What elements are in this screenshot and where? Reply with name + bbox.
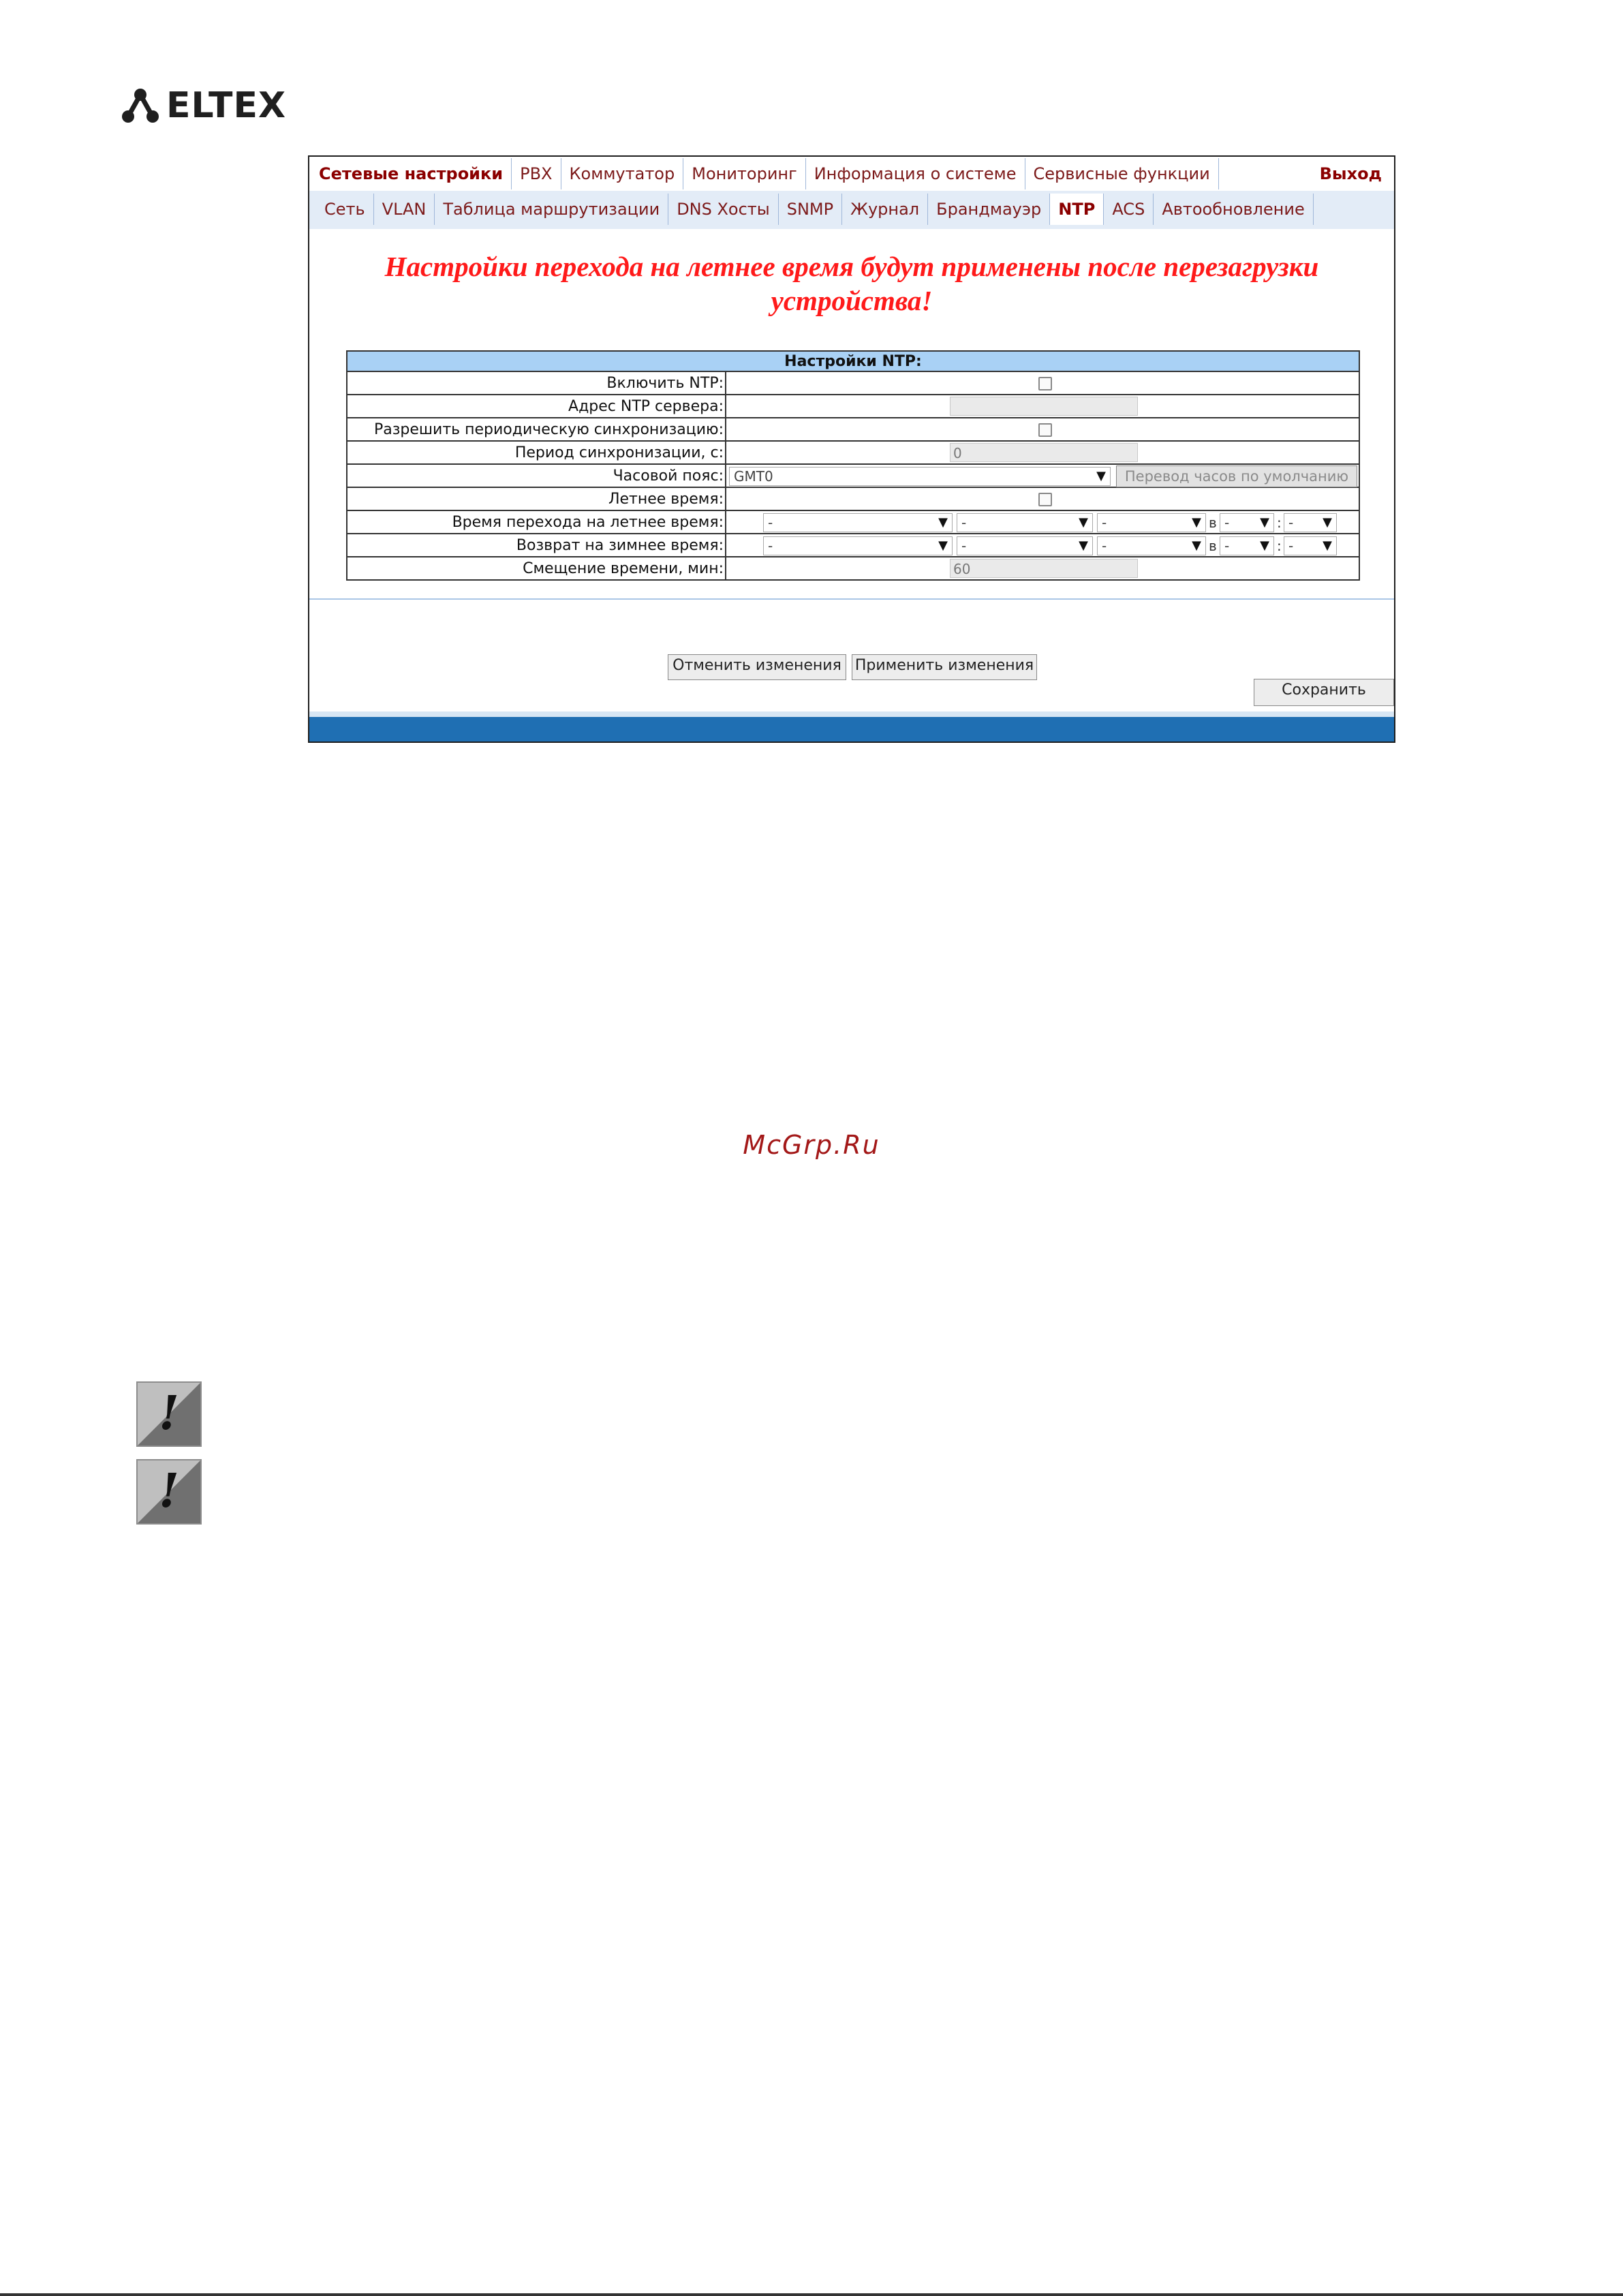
subtab-log[interactable]: Журнал [842, 194, 929, 225]
chevron-down-icon: ▼ [1096, 469, 1106, 483]
dst-end-hour-select[interactable]: - ▼ [1220, 536, 1274, 555]
dst-start-month-select[interactable]: - ▼ [763, 513, 953, 532]
chevron-down-icon: ▼ [1323, 538, 1332, 553]
time-offset-label: Смещение времени, мин: [346, 556, 726, 581]
subtab-snmp[interactable]: SNMP [779, 194, 843, 225]
chevron-down-icon: ▼ [1079, 515, 1088, 530]
enable-ntp-checkbox[interactable] [1038, 377, 1052, 391]
dst-warning-message: Настройки перехода на летнее время будут… [384, 251, 1319, 316]
tab-pbx[interactable]: PBX [512, 158, 561, 189]
tab-network-settings[interactable]: Сетевые настройки [311, 158, 512, 189]
tab-service-functions[interactable]: Сервисные функции [1025, 158, 1219, 189]
tab-system-info[interactable]: Информация о системе [806, 158, 1025, 189]
chevron-down-icon: ▼ [1323, 515, 1332, 530]
watermark: McGrp.Ru [743, 1130, 880, 1160]
chevron-down-icon: ▼ [1192, 538, 1201, 553]
dst-start-at-label: в [1209, 515, 1217, 531]
dst-end-colon: : [1277, 538, 1282, 554]
periodic-sync-label: Разрешить периодическую синхронизацию: [346, 417, 726, 442]
warning-notice-icon: ! [136, 1381, 202, 1447]
subtab-routing-table[interactable]: Таблица маршрутизации [435, 194, 669, 225]
eltex-logo: ELTEX [121, 85, 286, 126]
footer-band-light [309, 711, 1394, 717]
timezone-select[interactable]: GMT0 ▼ [729, 467, 1111, 486]
exit-link[interactable]: Выход [1320, 158, 1382, 189]
subtab-firewall[interactable]: Брандмауэр [928, 194, 1051, 225]
dst-start-week-select[interactable]: - ▼ [957, 513, 1093, 532]
timezone-label: Часовой пояс: [346, 463, 726, 488]
ntp-server-label: Адрес NTP сервера: [346, 394, 726, 418]
ntp-settings-header: Настройки NTP: [346, 350, 1360, 372]
dst-start-colon: : [1277, 515, 1282, 531]
periodic-sync-checkbox[interactable] [1038, 423, 1052, 437]
save-button[interactable]: Сохранить [1254, 679, 1394, 706]
time-offset-input[interactable]: 60 [950, 559, 1138, 578]
dst-end-month-select[interactable]: - ▼ [763, 536, 953, 555]
apply-changes-button[interactable]: Применить изменения [852, 654, 1037, 680]
subtab-vlan[interactable]: VLAN [374, 194, 435, 225]
top-navigation: Сетевые настройки PBX Коммутатор Монитор… [309, 157, 1394, 191]
chevron-down-icon: ▼ [938, 515, 948, 530]
separator-line [309, 598, 1394, 600]
timezone-value: GMT0 [734, 468, 773, 485]
sub-navigation: Сеть VLAN Таблица маршрутизации DNS Хост… [309, 191, 1394, 229]
tab-switch[interactable]: Коммутатор [561, 158, 684, 189]
footer-band [309, 717, 1394, 741]
subtab-acs[interactable]: ACS [1104, 194, 1154, 225]
enable-ntp-label: Включить NTP: [346, 371, 726, 395]
dst-start-hour-select[interactable]: - ▼ [1220, 513, 1274, 532]
chevron-down-icon: ▼ [1260, 515, 1269, 530]
sync-period-input[interactable]: 0 [950, 443, 1138, 462]
warning-notice-icon: ! [136, 1459, 202, 1525]
dst-end-week-select[interactable]: - ▼ [957, 536, 1093, 555]
tab-monitoring[interactable]: Мониторинг [683, 158, 806, 189]
dst-end-day-select[interactable]: - ▼ [1097, 536, 1206, 555]
chevron-down-icon: ▼ [1192, 515, 1201, 530]
chevron-down-icon: ▼ [1079, 538, 1088, 553]
subtab-ntp[interactable]: NTP [1050, 194, 1104, 225]
dst-end-minute-select[interactable]: - ▼ [1284, 536, 1337, 555]
ntp-settings-table: Настройки NTP: Включить NTP: Адрес NTP с… [346, 350, 1360, 581]
subtab-autoupdate[interactable]: Автообновление [1154, 194, 1314, 225]
dst-checkbox[interactable] [1038, 493, 1052, 506]
dst-start-label: Время перехода на летнее время: [346, 510, 726, 534]
dst-start-day-select[interactable]: - ▼ [1097, 513, 1206, 532]
eltex-logo-icon [122, 89, 159, 123]
cancel-changes-button[interactable]: Отменить изменения [668, 654, 846, 680]
dst-label: Летнее время: [346, 487, 726, 511]
web-interface-screenshot: Сетевые настройки PBX Коммутатор Монитор… [308, 155, 1395, 743]
subtab-dns-hosts[interactable]: DNS Хосты [668, 194, 779, 225]
tz-default-button[interactable]: Перевод часов по умолчанию [1116, 465, 1357, 487]
chevron-down-icon: ▼ [1260, 538, 1269, 553]
subtab-network[interactable]: Сеть [316, 194, 374, 225]
chevron-down-icon: ▼ [938, 538, 948, 553]
dst-start-minute-select[interactable]: - ▼ [1284, 513, 1337, 532]
logo-text: ELTEX [166, 85, 287, 126]
dst-end-label: Возврат на зимнее время: [346, 533, 726, 557]
page-footer-line [0, 2293, 1623, 2296]
dst-end-at-label: в [1209, 538, 1217, 554]
sync-period-label: Период синхронизации, с: [346, 440, 726, 465]
ntp-server-input[interactable] [950, 397, 1138, 416]
